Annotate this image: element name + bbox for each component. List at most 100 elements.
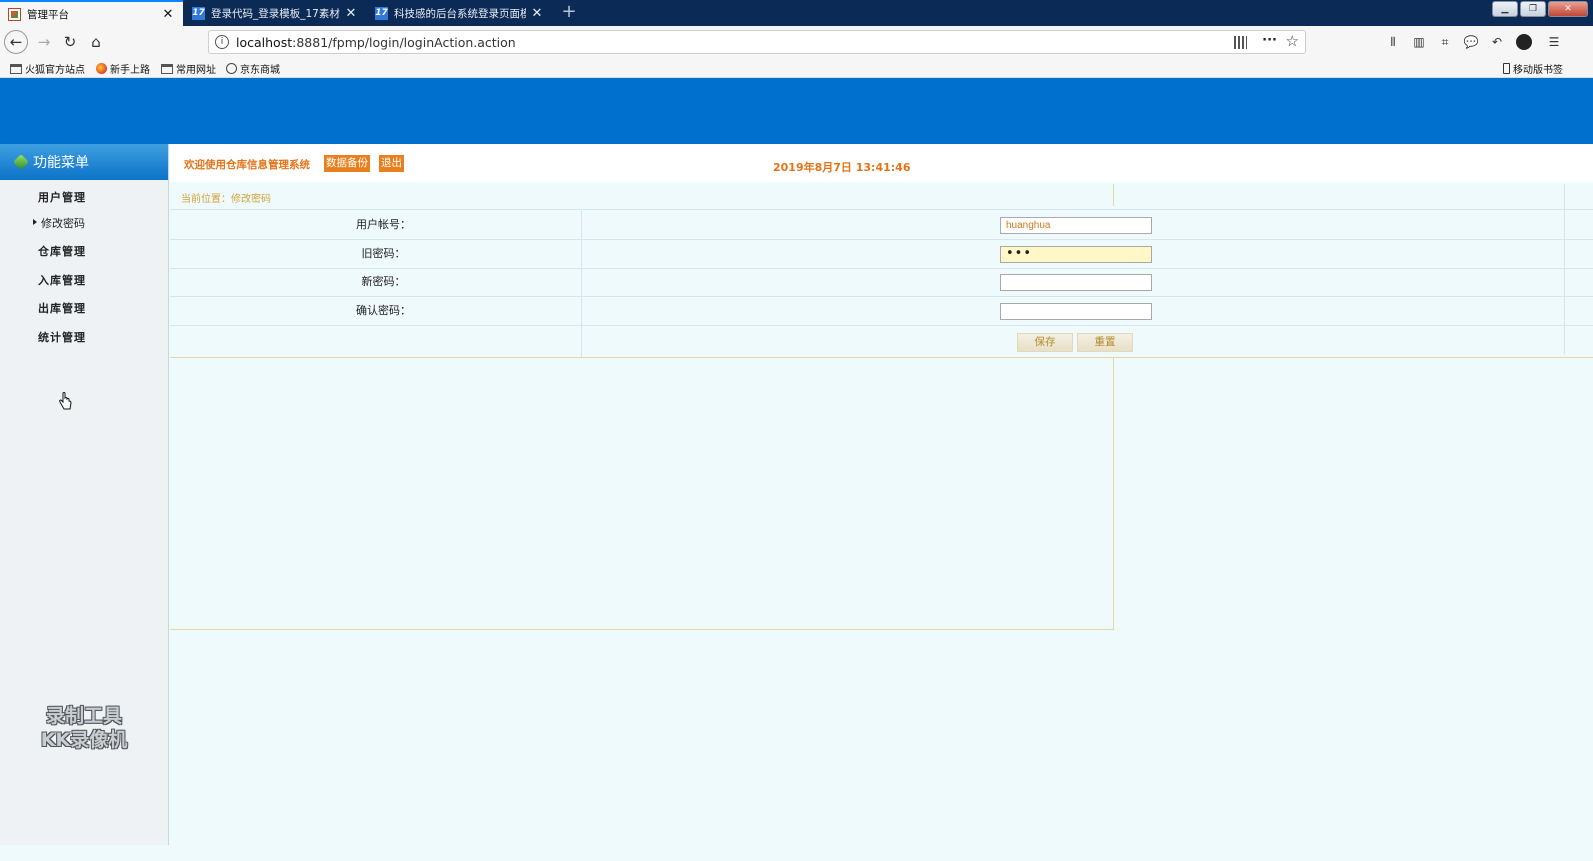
form-label-cell: 新密码：: [170, 268, 582, 296]
bookmark-label: 火狐官方站点: [25, 65, 85, 76]
qr-code-icon[interactable]: [1234, 36, 1247, 49]
chat-icon[interactable]: 💬: [1463, 34, 1479, 50]
firefox-icon: [96, 63, 107, 74]
bookmark-label: 京东商城: [240, 65, 280, 76]
bookmark-jd-mall[interactable]: 京东商城: [226, 61, 280, 76]
site-favicon-icon: 17: [192, 6, 205, 20]
address-bar[interactable]: i localhost:8881/fpmp/login/loginAction.…: [208, 30, 1306, 54]
sidebar-item-change-password[interactable]: 修改密码: [0, 213, 169, 231]
confirm-password-label: 确认密码：: [356, 304, 411, 317]
form-label-cell: 用户帐号：: [170, 211, 582, 239]
form-label-cell: [170, 325, 582, 357]
reload-icon[interactable]: ↻: [58, 30, 82, 54]
old-password-field[interactable]: •••: [1000, 246, 1152, 263]
sidebar-item-label: 用户管理: [38, 191, 86, 204]
tab-management-platform[interactable]: 管理平台 ✕: [0, 0, 183, 26]
top-info-bar: 欢迎使用仓库信息管理系统 数据备份 退出 2019年8月7日 13:41:46: [170, 144, 1593, 182]
hand-cursor-icon: [59, 392, 72, 410]
account-avatar-icon[interactable]: [1516, 34, 1532, 50]
username-field[interactable]: [1000, 217, 1152, 234]
bookmark-firefox-official[interactable]: 火狐官方站点: [10, 61, 85, 76]
breadcrumb: 当前位置：修改密码: [181, 194, 271, 205]
tab-title: 登录代码_登录模板_17素材网: [211, 7, 340, 20]
form-label-cell: 确认密码：: [170, 297, 582, 325]
site-favicon-icon: [8, 7, 21, 21]
form-actions-row: 保存 重置: [170, 325, 1593, 358]
browser-nav-bar: ← → ↻ ⌂ i localhost:8881/fpmp/login/logi…: [0, 26, 1593, 58]
site-favicon-icon: 17: [375, 6, 388, 20]
sidebar-item-user-management[interactable]: 用户管理: [0, 187, 169, 205]
more-actions-icon[interactable]: ···: [1262, 33, 1277, 48]
tab-login-code[interactable]: 17 登录代码_登录模板_17素材网 ✕: [184, 0, 366, 26]
library-icon[interactable]: ⫴: [1385, 34, 1401, 50]
save-button[interactable]: 保存: [1017, 333, 1073, 352]
sidebar-item-label: 入库管理: [38, 274, 86, 287]
tab-tech-login-template[interactable]: 17 科技感的后台系统登录页面模板 ✕: [367, 0, 552, 26]
bookmark-getting-started[interactable]: 新手上路: [96, 61, 150, 76]
form-row-confirm-password: 确认密码：: [170, 297, 1593, 326]
restore-icon[interactable]: ❐: [1520, 1, 1546, 17]
sidebar-item-warehouse-management[interactable]: 仓库管理: [0, 241, 169, 259]
breadcrumb-row: 当前位置：修改密码: [170, 182, 1593, 210]
bookmark-label: 常用网址: [176, 65, 216, 76]
sidebar-header: 功能菜单: [0, 144, 168, 180]
bookmark-common-sites[interactable]: 常用网址: [161, 61, 216, 76]
divider: [1113, 184, 1114, 206]
folder-icon: [10, 63, 22, 74]
sidebar-item-outbound-management[interactable]: 出库管理: [0, 298, 169, 316]
form-row-old-password: 旧密码： •••: [170, 240, 1593, 269]
sidebar-title: 功能菜单: [33, 155, 89, 171]
undo-icon[interactable]: ↶: [1489, 34, 1505, 50]
logout-button[interactable]: 退出: [379, 155, 404, 172]
bookmarks-bar: 火狐官方站点 新手上路 常用网址 京东商城 移动版书签: [0, 58, 1593, 78]
browser-tab-bar: 管理平台 ✕ 17 登录代码_登录模板_17素材网 ✕ 17 科技感的后台系统登…: [0, 0, 1593, 26]
sidebar-item-label: 统计管理: [38, 331, 86, 344]
hamburger-menu-icon[interactable]: ☰: [1546, 34, 1562, 50]
app-banner: [0, 78, 1593, 144]
tab-close-icon[interactable]: ✕: [530, 6, 544, 21]
new-tab-icon[interactable]: +: [558, 2, 580, 24]
bookmark-label: 新手上路: [110, 65, 150, 76]
sidebar-toggle-icon[interactable]: ▥: [1411, 34, 1427, 50]
confirm-password-field[interactable]: [1000, 303, 1152, 320]
watermark-line: 录制工具: [45, 705, 122, 727]
content-frame: [170, 358, 1114, 630]
recorder-watermark: 录制工具 KK录像机: [24, 704, 144, 752]
address-url: localhost:8881/fpmp/login/loginAction.ac…: [236, 35, 516, 50]
sidebar-item-label: 仓库管理: [38, 245, 86, 258]
welcome-text: 欢迎使用仓库信息管理系统: [184, 159, 310, 171]
bookmark-label: 移动版书签: [1513, 65, 1563, 76]
data-backup-button[interactable]: 数据备份: [324, 155, 370, 172]
sidebar-item-label: 修改密码: [41, 217, 85, 230]
minimize-icon[interactable]: ▁: [1492, 1, 1518, 17]
old-password-label: 旧密码：: [361, 247, 406, 260]
home-icon[interactable]: ⌂: [84, 30, 108, 54]
window-close-icon[interactable]: ✕: [1548, 1, 1588, 17]
watermark-line: KK录像机: [40, 729, 128, 751]
globe-icon: [226, 63, 237, 74]
sidebar-item-statistics-management[interactable]: 统计管理: [0, 327, 169, 345]
forward-arrow-icon[interactable]: →: [32, 30, 56, 54]
info-icon[interactable]: i: [215, 35, 229, 49]
username-label: 用户帐号：: [356, 218, 411, 231]
screenshot-icon[interactable]: ⌗: [1437, 34, 1453, 50]
mobile-icon: [1503, 63, 1510, 74]
main-content: 欢迎使用仓库信息管理系统 数据备份 退出 2019年8月7日 13:41:46 …: [170, 144, 1593, 845]
new-password-field[interactable]: [1000, 274, 1152, 291]
sidebar: 功能菜单 用户管理 修改密码 仓库管理 入库管理 出库管理 统计管理 录制工具 …: [0, 144, 169, 845]
current-datetime: 2019年8月7日 13:41:46: [773, 161, 911, 174]
reset-button[interactable]: 重置: [1077, 333, 1133, 352]
tab-close-icon[interactable]: ✕: [344, 6, 358, 21]
bookmark-star-icon[interactable]: ☆: [1286, 32, 1299, 50]
folder-icon: [161, 63, 173, 74]
bookmark-mobile[interactable]: 移动版书签: [1503, 61, 1563, 76]
tab-close-icon[interactable]: ✕: [161, 7, 175, 22]
sidebar-item-inbound-management[interactable]: 入库管理: [0, 270, 169, 288]
tab-title: 科技感的后台系统登录页面模板: [394, 7, 526, 20]
form-row-new-password: 新密码：: [170, 268, 1593, 297]
tab-title: 管理平台: [27, 8, 69, 21]
sidebar-item-label: 出库管理: [38, 302, 86, 315]
new-password-label: 新密码：: [361, 275, 406, 288]
cube-icon: [13, 154, 29, 170]
back-arrow-icon[interactable]: ←: [4, 30, 28, 54]
